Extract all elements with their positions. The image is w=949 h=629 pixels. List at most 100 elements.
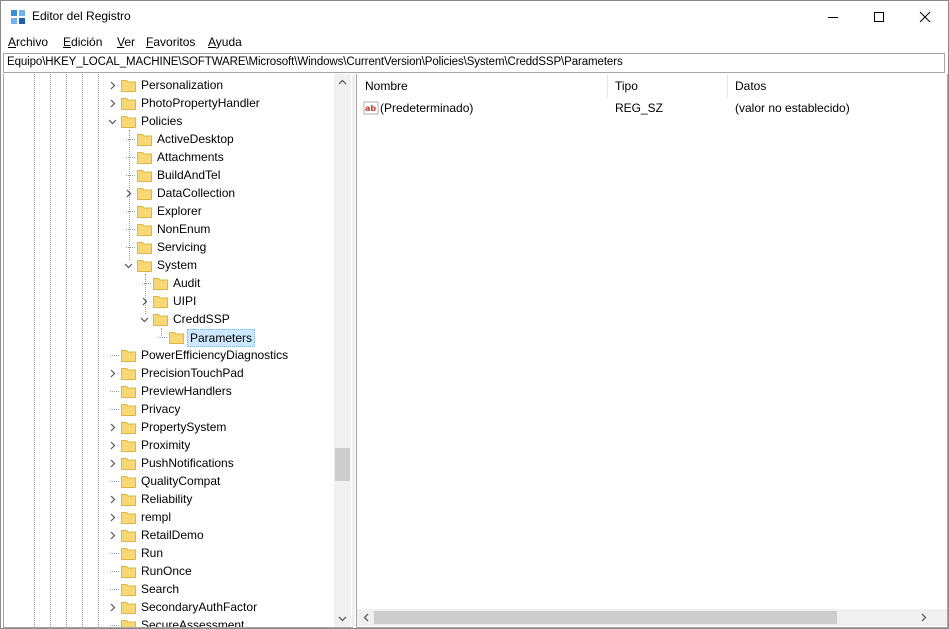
value-name: (Predeterminado) [380,101,474,115]
tree-node-label: DataCollection [157,186,236,200]
folder-icon [121,620,136,627]
column-header-nombre[interactable]: Nombre [357,74,608,98]
chevron-right-icon[interactable] [108,99,117,108]
chevron-right-icon[interactable] [108,603,117,612]
maximize-icon [874,11,884,22]
tree-node-label: Attachments [157,150,224,164]
tree-guide-line [110,589,119,590]
address-path[interactable]: Equipo\HKEY_LOCAL_MACHINE\SOFTWARE\Micro… [7,56,623,68]
tree-node-label: Search [141,582,180,596]
title-bar[interactable]: Editor del Registro [1,1,948,32]
list-scroll-thumb[interactable] [374,611,837,624]
folder-icon [121,98,136,110]
chevron-right-icon[interactable] [108,495,117,504]
menu-edicion[interactable]: Edición [63,35,102,49]
folder-icon [121,494,136,506]
tree-node-label: Privacy [141,402,181,416]
chevron-right-icon[interactable] [108,423,117,432]
chevron-right-icon[interactable] [108,513,117,522]
tree-node-reliability[interactable] [104,490,326,508]
chevron-right-icon[interactable] [124,189,133,198]
tree-node-proximity[interactable] [104,436,326,454]
folder-icon [121,440,136,452]
tree-node-label: PrecisionTouchPad [141,366,244,380]
menu-ayuda[interactable]: Ayuda [208,35,242,49]
folder-icon [121,404,136,416]
minimize-button[interactable] [810,1,856,32]
tree-node-run[interactable] [104,544,326,562]
chevron-right-icon[interactable] [108,531,117,540]
tree-node-search[interactable] [104,580,326,598]
value-type: REG_SZ [615,101,664,115]
tree-guide-line [110,625,119,626]
tree-guide-line [126,139,135,140]
tree-node-label: NonEnum [157,222,211,236]
tree-guide-line [158,337,167,338]
tree-guide-line [110,391,119,392]
close-button[interactable] [902,1,948,32]
menu-bar: Archivo Edición Ver Favoritos Ayuda [1,32,948,52]
tree-guide-line [126,175,135,176]
menu-ver[interactable]: Ver [117,35,135,49]
folder-icon [121,512,136,524]
chevron-down-icon[interactable] [124,261,133,270]
tree-node-policies[interactable] [104,112,326,130]
tree-scroll-thumb[interactable] [335,448,350,481]
tree-node-label: Policies [141,114,183,128]
tree-node-label: CreddSSP [173,312,230,326]
tree-node-label: PreviewHandlers [141,384,232,398]
folder-icon [121,566,136,578]
chevron-right-icon[interactable] [108,459,117,468]
list-horizontal-scrollbar[interactable] [357,609,947,626]
tree-guide-line [110,571,119,572]
tree-node-label: PropertySystem [141,420,227,434]
tree-vertical-scrollbar[interactable] [334,74,351,627]
tree-node-label: QualityCompat [141,474,221,488]
folder-icon [137,188,152,200]
tree-node-label: BuildAndTel [157,168,221,182]
scroll-down-arrow-icon[interactable] [338,614,347,623]
chevron-right-icon[interactable] [140,297,149,306]
folder-icon [121,350,136,362]
close-icon [919,11,931,22]
table-row[interactable]: ab (Predeterminado) REG_SZ (valor no est… [357,99,927,117]
folder-icon [137,134,152,146]
scroll-right-arrow-icon[interactable] [919,613,928,622]
pane-splitter[interactable] [352,74,355,627]
tree-node-label: UIPI [173,294,197,308]
minimize-icon [828,16,838,18]
folder-icon [169,332,184,344]
value-data: (valor no establecido) [735,101,850,115]
column-header-datos[interactable]: Datos [727,74,935,98]
key-tree-pane[interactable]: Personalization PhotoPropertyHandler Polic… [3,74,353,628]
menu-archivo[interactable]: Archivo [8,35,48,49]
address-bar[interactable]: Equipo\HKEY_LOCAL_MACHINE\SOFTWARE\Micro… [3,53,945,73]
values-list-pane[interactable]: Nombre Tipo Datos ab (Predeterminado) RE… [356,74,948,628]
scroll-up-arrow-icon[interactable] [338,78,347,87]
column-header-tipo[interactable]: Tipo [607,74,728,98]
folder-icon [137,224,152,236]
registry-editor-app-icon [11,10,25,24]
menu-favoritos[interactable]: Favoritos [146,35,195,49]
chevron-down-icon[interactable] [108,117,117,126]
tree-node-rempl[interactable] [104,508,326,526]
folder-icon [121,422,136,434]
folder-icon [121,602,136,614]
chevron-right-icon[interactable] [108,441,117,450]
tree-node-label: Servicing [157,240,207,254]
tree-guide-line [98,74,99,627]
maximize-button[interactable] [856,1,902,32]
tree-node-privacy[interactable] [104,400,326,418]
scroll-left-arrow-icon[interactable] [362,613,371,622]
tree-node-label: Reliability [141,492,193,506]
tree-node-runonce[interactable] [104,562,326,580]
tree-guide-line [110,355,119,356]
chevron-down-icon[interactable] [140,315,149,324]
tree-guide-line [110,553,119,554]
chevron-right-icon[interactable] [108,369,117,378]
tree-guide-line [126,157,135,158]
folder-icon [121,530,136,542]
tree-node-retaildemo[interactable] [104,526,326,544]
chevron-right-icon[interactable] [108,81,117,90]
tree-node-label: PushNotifications [141,456,234,470]
